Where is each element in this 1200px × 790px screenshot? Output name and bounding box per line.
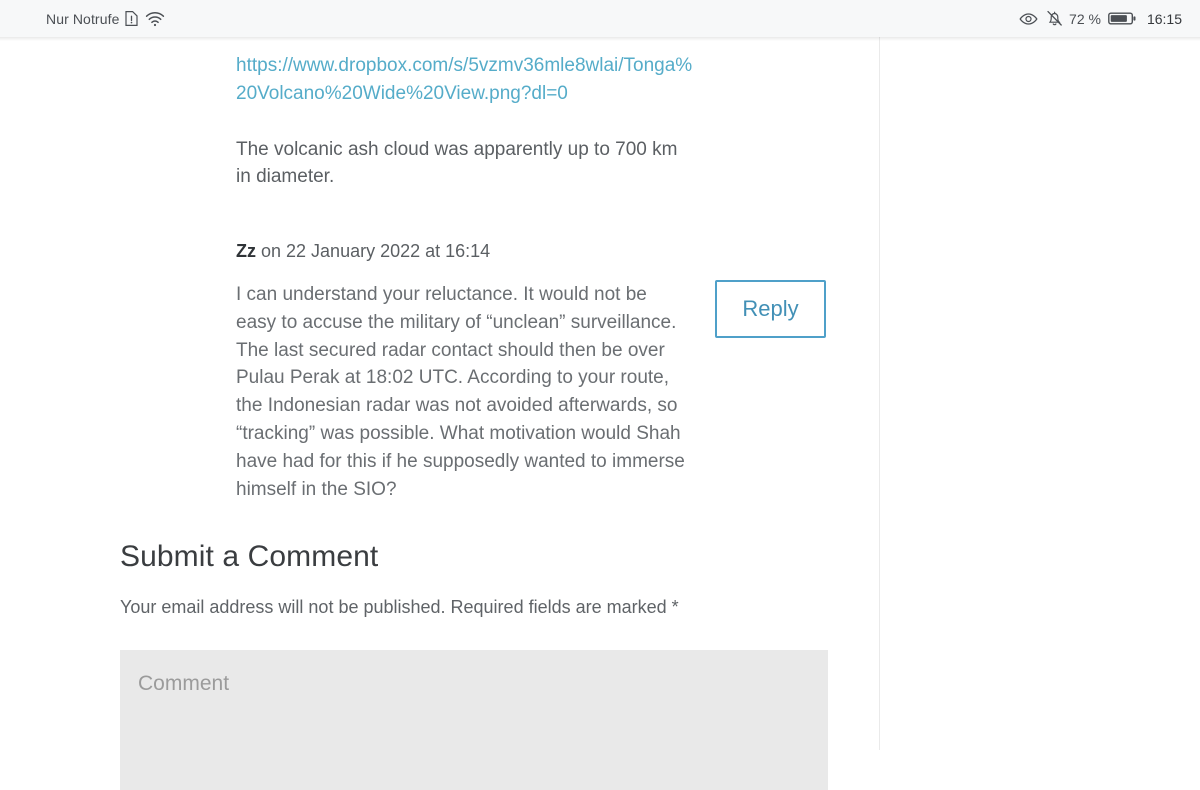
status-bar-left-group: Nur Notrufe [46,10,165,27]
article-paragraph: The volcanic ash cloud was apparently up… [236,139,678,187]
comment-input[interactable] [120,650,828,790]
page-scroll-area[interactable]: https://www.dropbox.com/s/5vzmv36mle8wla… [0,37,1200,790]
comment-item: Zz on 22 January 2022 at 16:14 I can und… [236,239,836,503]
eye-icon [1019,12,1038,26]
wifi-icon [145,11,165,27]
battery-icon [1108,11,1136,26]
android-status-bar[interactable]: Nur Notrufe 72 % 16:15 [0,0,1200,37]
dropbox-image-link[interactable]: https://www.dropbox.com/s/5vzmv36mle8wla… [236,37,696,108]
battery-percent-label: 72 % [1069,10,1101,27]
status-bar-right-group: 72 % 16:15 [1015,10,1182,27]
article-tail: https://www.dropbox.com/s/5vzmv36mle8wla… [236,37,696,190]
submit-comment-note: Your email address will not be published… [120,597,679,617]
comment-timestamp: on 22 January 2022 at 16:14 [256,241,491,261]
carrier-label: Nur Notrufe [46,10,120,27]
reply-button[interactable]: Reply [715,280,826,338]
submit-comment-heading: Submit a Comment [120,540,379,573]
bell-muted-icon [1046,10,1063,27]
comment-author: Zz [236,241,256,261]
submit-comment-section: Submit a Comment Your email address will… [120,537,840,790]
sidebar-column [880,37,1200,750]
clock-label: 16:15 [1146,10,1182,27]
main-content-column: https://www.dropbox.com/s/5vzmv36mle8wla… [0,37,879,790]
sim-alert-icon [125,10,139,27]
comment-meta: Zz on 22 January 2022 at 16:14 [236,239,836,263]
comment-body: I can understand your reluctance. It wou… [236,284,685,500]
